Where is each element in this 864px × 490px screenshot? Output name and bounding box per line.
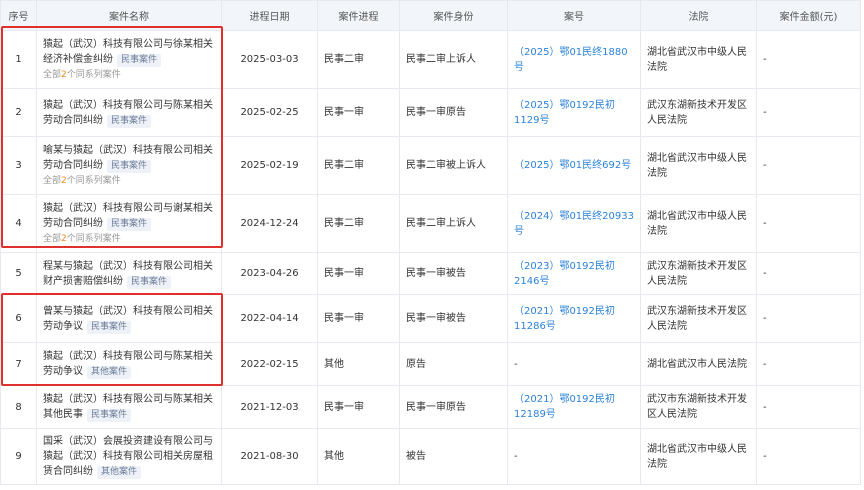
case-stage: 民事二审 (317, 194, 400, 253)
case-amount: - (756, 428, 861, 485)
case-amount: - (756, 385, 861, 429)
case-role: 民事一审原告 (399, 88, 508, 137)
case-number-link[interactable]: （2025）鄂01民终1880号 (514, 47, 628, 73)
case-number-link[interactable]: （2021）鄂0192民初11286号 (514, 306, 615, 332)
case-number-cell: （2021）鄂0192民初12189号 (507, 385, 641, 429)
row-index: 8 (0, 385, 37, 429)
col-header-date: 进程日期 (221, 0, 318, 31)
case-name-cell: 猿起（武汉）科技有限公司与陈某相关其他民事 民事案件 (36, 385, 222, 429)
case-amount: - (756, 136, 861, 195)
case-list-panel: 序号 案件名称 进程日期 案件进程 案件身份 案号 法院 案件金额(元) 1 猿起… (0, 0, 864, 490)
process-date: 2021-12-03 (221, 385, 318, 429)
process-date: 2023-04-26 (221, 252, 318, 295)
court-name: 武汉东湖新技术开发区人民法院 (640, 88, 757, 137)
case-role: 民事一审被告 (399, 252, 508, 295)
highlight-box-rows-6-7 (1, 293, 223, 386)
case-number-cell: （2025）鄂0192民初1129号 (507, 88, 641, 137)
highlight-box-rows-1-4 (1, 26, 223, 248)
case-number-link: - (514, 358, 518, 370)
case-name-cell: 国采（武汉）会展投资建设有限公司与猿起（武汉）科技有限公司相关房屋租赁合同纠纷其… (36, 428, 222, 485)
case-number-link[interactable]: （2023）鄂0192民初2146号 (514, 261, 615, 287)
case-number-cell: （2021）鄂0192民初11286号 (507, 294, 641, 343)
process-date: 2022-02-15 (221, 342, 318, 386)
case-role: 被告 (399, 428, 508, 485)
case-role: 民事一审原告 (399, 385, 508, 429)
case-number-cell: （2025）鄂01民终692号 (507, 136, 641, 195)
case-stage: 民事一审 (317, 252, 400, 295)
process-date: 2025-03-03 (221, 30, 318, 89)
court-name: 湖北省武汉市中级人民法院 (640, 428, 757, 485)
case-role: 民事二审上诉人 (399, 30, 508, 89)
case-type-tag: 民事案件 (87, 409, 132, 422)
table-row[interactable]: 5 程某与猿起（武汉）科技有限公司相关财产损害赔偿纠纷 民事案件 2023-04-26… (0, 252, 861, 295)
case-amount: - (756, 342, 861, 386)
case-role: 民事二审上诉人 (399, 194, 508, 253)
case-amount: - (756, 294, 861, 343)
process-date: 2021-08-30 (221, 428, 318, 485)
case-number-cell: - (507, 342, 641, 386)
table-row[interactable]: 8 猿起（武汉）科技有限公司与陈某相关其他民事 民事案件 2021-12-03 民事一审… (0, 385, 861, 429)
case-stage: 民事一审 (317, 294, 400, 343)
case-number-cell: （2025）鄂01民终1880号 (507, 30, 641, 89)
court-name: 武汉市东湖新技术开发区人民法院 (640, 385, 757, 429)
process-date: 2024-12-24 (221, 194, 318, 253)
table-row[interactable]: 9 国采（武汉）会展投资建设有限公司与猿起（武汉）科技有限公司相关房屋租赁合同纠纷… (0, 428, 861, 485)
court-name: 湖北省武汉市中级人民法院 (640, 194, 757, 253)
col-header-case-number: 案号 (507, 0, 641, 31)
case-number-link[interactable]: （2021）鄂0192民初12189号 (514, 394, 615, 420)
case-number-cell: - (507, 428, 641, 485)
case-role: 民事二审被上诉人 (399, 136, 508, 195)
case-stage: 民事二审 (317, 136, 400, 195)
case-number-link[interactable]: （2024）鄂01民终20933号 (514, 211, 634, 237)
case-stage: 民事二审 (317, 30, 400, 89)
case-amount: - (756, 30, 861, 89)
col-header-court: 法院 (640, 0, 757, 31)
case-amount: - (756, 194, 861, 253)
case-number-cell: （2024）鄂01民终20933号 (507, 194, 641, 253)
case-type-tag: 其他案件 (97, 466, 142, 479)
process-date: 2025-02-25 (221, 88, 318, 137)
court-name: 武汉东湖新技术开发区人民法院 (640, 294, 757, 343)
case-type-tag: 民事案件 (127, 275, 172, 289)
case-role: 民事一审被告 (399, 294, 508, 343)
case-amount: - (756, 252, 861, 295)
court-name: 湖北省武汉市中级人民法院 (640, 136, 757, 195)
case-amount: - (756, 88, 861, 137)
case-number-link: - (514, 451, 518, 462)
row-index: 5 (0, 252, 37, 295)
case-number-link[interactable]: （2025）鄂0192民初1129号 (514, 100, 615, 126)
process-date: 2022-04-14 (221, 294, 318, 343)
col-header-amount: 案件金额(元) (756, 0, 861, 31)
case-stage: 民事一审 (317, 88, 400, 137)
court-name: 湖北省武汉市中级人民法院 (640, 30, 757, 89)
col-header-stage: 案件进程 (317, 0, 400, 31)
case-stage: 其他 (317, 342, 400, 386)
case-stage: 民事一审 (317, 385, 400, 429)
col-header-role: 案件身份 (399, 0, 508, 31)
process-date: 2025-02-19 (221, 136, 318, 195)
case-stage: 其他 (317, 428, 400, 485)
case-number-cell: （2023）鄂0192民初2146号 (507, 252, 641, 295)
court-name: 湖北省武汉市人民法院 (640, 342, 757, 386)
case-role: 原告 (399, 342, 508, 386)
case-name-cell: 程某与猿起（武汉）科技有限公司相关财产损害赔偿纠纷 民事案件 (36, 252, 222, 295)
row-index: 9 (0, 428, 37, 485)
court-name: 武汉东湖新技术开发区人民法院 (640, 252, 757, 295)
case-number-link[interactable]: （2025）鄂01民终692号 (514, 160, 631, 171)
